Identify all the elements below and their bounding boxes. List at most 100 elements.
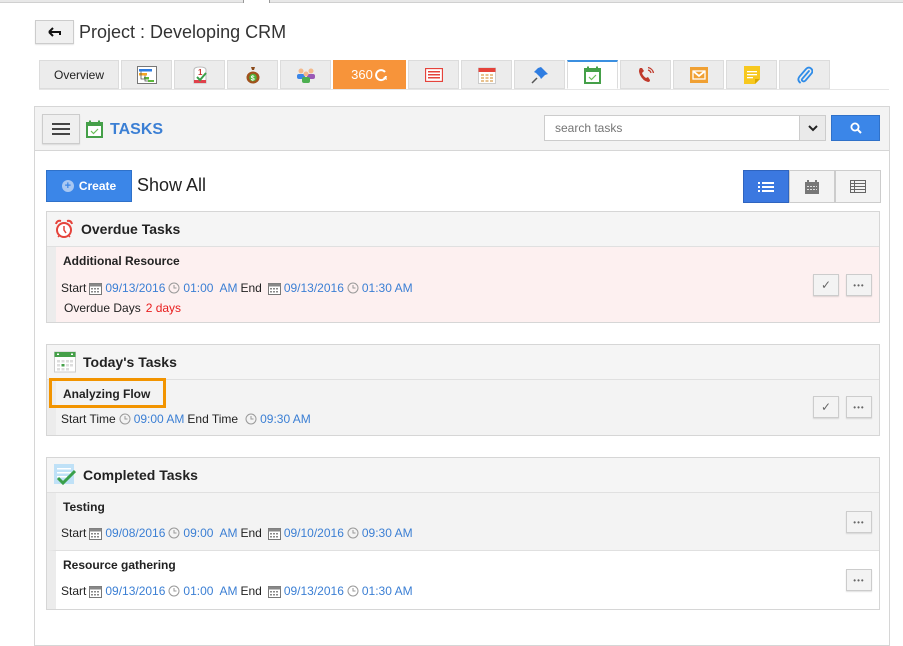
- chevron-down-icon: [807, 124, 818, 131]
- overdue-section-header: Overdue Tasks: [47, 212, 879, 247]
- mark-complete-button[interactable]: ✓: [813, 274, 839, 296]
- calendar-grid-icon: [805, 179, 819, 194]
- tab-team[interactable]: [280, 60, 331, 89]
- ellipsis-icon: •••: [853, 402, 865, 412]
- back-button[interactable]: [35, 20, 74, 44]
- end-date: 09/10/2016: [283, 526, 344, 540]
- tab-360[interactable]: 360: [333, 60, 406, 89]
- end-date: 09/13/2016: [283, 584, 344, 598]
- search-button[interactable]: [831, 115, 880, 141]
- search-filter-dropdown[interactable]: [800, 115, 826, 141]
- tab-budget[interactable]: $: [227, 60, 278, 89]
- create-task-button[interactable]: + Create: [46, 170, 132, 202]
- more-options-button[interactable]: •••: [846, 511, 872, 533]
- tab-milestone[interactable]: 1: [174, 60, 225, 89]
- tab-tasks[interactable]: [567, 60, 618, 89]
- task-name: Additional Resource: [63, 254, 180, 268]
- calendar-view-button[interactable]: [789, 170, 835, 203]
- clock-icon: [245, 413, 257, 425]
- task-row[interactable]: Additional Resource Start 09/13/2016 01:…: [47, 247, 879, 322]
- clock-icon: [168, 527, 180, 539]
- more-options-button[interactable]: •••: [846, 569, 872, 591]
- task-row[interactable]: Resource gathering Start 09/13/2016 01:0…: [47, 551, 879, 609]
- start-time: 09:00 AM: [183, 526, 238, 540]
- task-schedule: Start 09/13/2016 01:00 AM End 09/13/2016…: [56, 281, 879, 295]
- calendar-icon: [477, 67, 496, 84]
- start-time: 01:00 AM: [183, 281, 238, 295]
- tab-sticky-notes[interactable]: [726, 60, 777, 89]
- task-schedule: Start 09/13/2016 01:00 AM End 09/13/2016…: [56, 584, 879, 598]
- overdue-days-value: 2 days: [145, 301, 182, 315]
- gantt-chart-icon: [136, 65, 157, 84]
- search-icon: [850, 122, 862, 134]
- menu-button[interactable]: [42, 114, 80, 144]
- svg-text:1: 1: [198, 68, 203, 77]
- clock-icon: [347, 527, 359, 539]
- show-all-filter[interactable]: Show All: [137, 175, 206, 196]
- pin-icon: [530, 66, 548, 84]
- clock-icon: [168, 585, 180, 597]
- end-label: End: [240, 281, 262, 295]
- end-time: 01:30 AM: [361, 584, 413, 598]
- tasks-panel: TASKS + Create Show All Overdue Tasks Ad…: [34, 106, 890, 646]
- section-title: Today's Tasks: [83, 354, 177, 370]
- tab-calendar[interactable]: [461, 60, 512, 89]
- tab-mail[interactable]: [673, 60, 724, 89]
- task-schedule: Start Time 09:00 AM End Time 09:30 AM: [56, 412, 879, 426]
- calendar-small-icon: [89, 585, 103, 598]
- check-icon: ✓: [820, 400, 832, 414]
- start-date: 09/08/2016: [105, 526, 166, 540]
- table-icon: [850, 180, 866, 193]
- start-label: Start: [61, 281, 87, 295]
- search-input[interactable]: [544, 115, 800, 141]
- end-date: 09/13/2016: [283, 281, 344, 295]
- task-name: Testing: [63, 500, 105, 514]
- end-label: End: [240, 526, 262, 540]
- overdue-days-label: Overdue Days: [64, 301, 141, 315]
- clock-icon: [347, 585, 359, 597]
- more-options-button[interactable]: •••: [846, 274, 872, 296]
- more-options-button[interactable]: •••: [846, 396, 872, 418]
- project-tabs: Overview 1 $ 360: [39, 60, 832, 90]
- start-time: 01:00 AM: [183, 584, 238, 598]
- start-time: 09:00 AM: [133, 412, 185, 426]
- completed-section-header: Completed Tasks: [47, 458, 879, 493]
- end-time: 09:30 AM: [361, 526, 413, 540]
- sticky-note-icon: [743, 65, 760, 84]
- start-date: 09/13/2016: [105, 584, 166, 598]
- ellipsis-icon: •••: [853, 280, 865, 290]
- calendar-small-icon: [267, 527, 281, 540]
- section-title: Overdue Tasks: [81, 221, 181, 237]
- calendar-small-icon: [89, 527, 103, 540]
- milestone-icon: 1: [193, 65, 207, 83]
- check-icon: ✓: [820, 278, 832, 292]
- list-view-button[interactable]: [743, 170, 789, 203]
- plus-circle-icon: +: [61, 180, 74, 192]
- clock-icon: [347, 282, 359, 294]
- task-row[interactable]: Testing Start 09/08/2016 09:00 AM End 09…: [47, 493, 879, 551]
- tab-pinned[interactable]: [514, 60, 565, 89]
- task-row[interactable]: Analyzing Flow Start Time 09:00 AM End T…: [47, 380, 879, 435]
- paperclip-icon: [796, 66, 813, 83]
- panel-title: TASKS: [110, 121, 164, 138]
- tabs-baseline: [39, 89, 889, 90]
- completed-checklist-icon: [54, 464, 76, 486]
- view-switcher: [743, 170, 881, 203]
- tasks-panel-header: TASKS: [35, 107, 889, 151]
- tab-notes[interactable]: [408, 60, 459, 89]
- start-label: Start: [61, 584, 87, 598]
- mark-complete-button[interactable]: ✓: [813, 396, 839, 418]
- end-time: 09:30 AM: [260, 412, 311, 426]
- refresh-360-icon: [374, 68, 387, 81]
- tab-calls[interactable]: [620, 60, 671, 89]
- top-strip-segment: [243, 0, 270, 3]
- calendar-today-icon: [54, 351, 76, 373]
- calendar-small-icon: [267, 282, 281, 295]
- tab-overview[interactable]: Overview: [39, 60, 119, 89]
- calendar-small-icon: [267, 585, 281, 598]
- tab-gantt[interactable]: [121, 60, 172, 89]
- mail-icon: [689, 66, 708, 83]
- table-view-button[interactable]: [835, 170, 881, 203]
- ellipsis-icon: •••: [853, 517, 865, 527]
- tab-attachments[interactable]: [779, 60, 830, 89]
